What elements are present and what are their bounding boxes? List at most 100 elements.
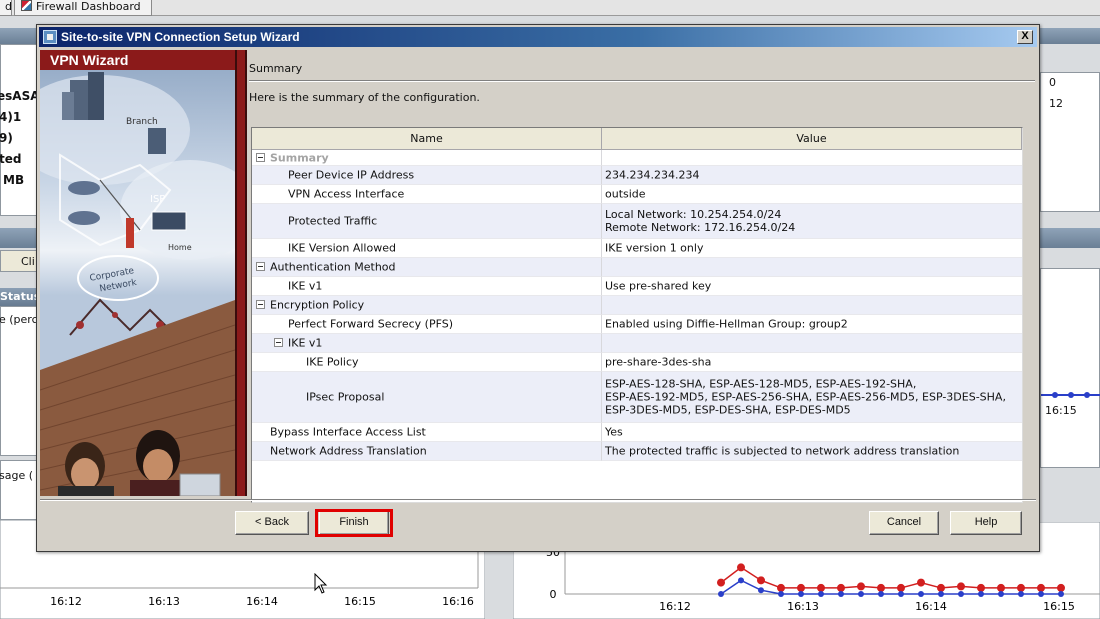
value-cell bbox=[602, 334, 1022, 353]
blue-data-point bbox=[958, 591, 964, 597]
table-row[interactable]: Bypass Interface Access List Yes bbox=[252, 423, 1022, 442]
table-row[interactable]: Encryption Policy bbox=[252, 296, 1022, 315]
finish-highlight-box bbox=[315, 509, 393, 537]
row-value-text: 234.234.234.234 bbox=[605, 168, 700, 182]
value-cell: Yes bbox=[602, 423, 1022, 442]
background-tab-home[interactable]: d bbox=[0, 0, 12, 16]
collapse-toggle-icon[interactable] bbox=[256, 300, 265, 309]
red-data-point bbox=[1037, 583, 1045, 592]
blue-data-point bbox=[938, 591, 944, 597]
column-header-value[interactable]: Value bbox=[602, 128, 1022, 150]
row-name-label: Bypass Interface Access List bbox=[270, 425, 426, 439]
blue-data-point bbox=[818, 591, 824, 597]
asdm-window-icon bbox=[43, 30, 57, 44]
table-row[interactable]: IKE Version Allowed IKE version 1 only bbox=[252, 239, 1022, 258]
x-tick-label: 16:15 bbox=[1043, 600, 1075, 613]
value-cell: pre-share-3des-sha bbox=[602, 353, 1022, 372]
blue-data-point bbox=[978, 591, 984, 597]
intro-text: Here is the summary of the configuration… bbox=[249, 91, 480, 104]
row-name-label: Authentication Method bbox=[270, 260, 396, 274]
blue-data-point bbox=[878, 591, 884, 597]
collapse-toggle-icon[interactable] bbox=[274, 338, 283, 347]
blue-data-point bbox=[738, 577, 744, 584]
panel-separator bbox=[235, 50, 247, 496]
collapse-toggle-icon[interactable] bbox=[256, 152, 265, 162]
row-name-label: Protected Traffic bbox=[288, 214, 378, 228]
collapse-toggle-icon[interactable] bbox=[256, 262, 265, 271]
table-row[interactable]: Peer Device IP Address 234.234.234.234 bbox=[252, 166, 1022, 185]
table-row[interactable]: Perfect Forward Secrecy (PFS) Enabled usi… bbox=[252, 315, 1022, 334]
network-diagram-illustration: Branch ISP Home Corporate Network bbox=[40, 72, 235, 496]
name-cell: VPN Access Interface bbox=[252, 185, 602, 204]
svg-text:Home: Home bbox=[168, 243, 192, 252]
red-data-point bbox=[837, 583, 845, 592]
blue-data-point bbox=[1058, 591, 1064, 597]
value-cell: Use pre-shared key bbox=[602, 277, 1022, 296]
table-row[interactable]: Authentication Method bbox=[252, 258, 1022, 277]
row-name-label: VPN Access Interface bbox=[288, 187, 405, 201]
x-tick-label: 16:16 bbox=[442, 595, 474, 608]
x-tick-label: 16:13 bbox=[787, 600, 819, 613]
blue-data-point bbox=[918, 591, 924, 597]
back-button[interactable]: < Back bbox=[235, 511, 309, 535]
value-cell: outside bbox=[602, 185, 1022, 204]
blue-data-point bbox=[838, 591, 844, 597]
table-row[interactable]: VPN Access Interface outside bbox=[252, 185, 1022, 204]
table-row[interactable]: Protected Traffic Local Network: 10.254.2… bbox=[252, 204, 1022, 239]
row-value-text: IKE version 1 only bbox=[605, 241, 704, 255]
router-icon bbox=[68, 181, 100, 195]
background-tab-bar: d Firewall Dashboard bbox=[0, 0, 1100, 16]
row-name-label: IKE v1 bbox=[288, 279, 323, 293]
firewall-icon bbox=[126, 218, 134, 248]
table-row[interactable]: IPsec Proposal ESP-AES-128-SHA, ESP-AES-1… bbox=[252, 372, 1022, 423]
wizard-content: Summary Here is the summary of the confi… bbox=[249, 50, 1035, 503]
name-cell: Network Address Translation bbox=[252, 442, 602, 461]
help-button[interactable]: Help bbox=[950, 511, 1022, 535]
name-cell: IKE Version Allowed bbox=[252, 239, 602, 258]
row-value-text: ESP-AES-128-SHA, ESP-AES-128-MD5, ESP-AE… bbox=[605, 377, 917, 391]
background-cli-tab[interactable]: Cli bbox=[0, 250, 40, 272]
row-name-label: Network Address Translation bbox=[270, 444, 427, 458]
value-cell: Enabled using Diffie-Hellman Group: grou… bbox=[602, 315, 1022, 334]
red-data-point bbox=[1017, 583, 1025, 592]
table-row[interactable]: IKE v1 Use pre-shared key bbox=[252, 277, 1022, 296]
dialog-title-bar[interactable]: Site-to-site VPN Connection Setup Wizard… bbox=[39, 27, 1037, 47]
value-cell bbox=[602, 258, 1022, 277]
right-panel-series bbox=[1041, 392, 1100, 398]
row-value-text: Local Network: 10.254.254.0/24 bbox=[605, 208, 782, 221]
row-name-label: IPsec Proposal bbox=[306, 390, 385, 404]
name-cell: Summary bbox=[252, 150, 602, 166]
table-row[interactable]: IKE v1 bbox=[252, 334, 1022, 353]
close-button[interactable]: X bbox=[1017, 30, 1033, 44]
background-right-panel: 0 12 bbox=[1040, 72, 1100, 212]
table-row[interactable]: Network Address Translation The protected… bbox=[252, 442, 1022, 461]
row-value-text: Enabled using Diffie-Hellman Group: grou… bbox=[605, 317, 848, 331]
row-value-text: outside bbox=[605, 187, 646, 201]
red-data-point bbox=[817, 583, 825, 592]
column-header-name[interactable]: Name bbox=[252, 128, 602, 150]
dialog-title: Site-to-site VPN Connection Setup Wizard bbox=[61, 30, 300, 44]
blue-data-point bbox=[1018, 591, 1024, 597]
table-row[interactable]: IKE Policy pre-share-3des-sha bbox=[252, 353, 1022, 372]
x-tick-label: 16:13 bbox=[148, 595, 180, 608]
background-header-left bbox=[0, 28, 40, 44]
background-status-header: Status bbox=[0, 288, 36, 306]
background-label: 4)1 bbox=[0, 110, 22, 124]
red-data-point bbox=[897, 583, 905, 592]
dashboard-icon bbox=[21, 0, 32, 11]
red-data-point bbox=[1057, 583, 1065, 592]
background-label: ted bbox=[0, 152, 22, 166]
background-header-left-2 bbox=[0, 228, 40, 248]
red-data-point bbox=[857, 582, 865, 591]
cancel-button[interactable]: Cancel bbox=[869, 511, 939, 535]
name-cell: Perfect Forward Secrecy (PFS) bbox=[252, 315, 602, 334]
divider bbox=[40, 499, 1036, 501]
vpn-wizard-dialog: Site-to-site VPN Connection Setup Wizard… bbox=[36, 24, 1040, 552]
row-value-text: ESP-AES-192-MD5, ESP-AES-256-SHA, ESP-AE… bbox=[605, 390, 1006, 404]
blue-point bbox=[1052, 392, 1058, 398]
background-right-chart-panel: 16:15 bbox=[1040, 268, 1100, 468]
x-tick-label: 16:12 bbox=[50, 595, 82, 608]
name-cell: IPsec Proposal bbox=[252, 372, 602, 423]
table-row[interactable]: Summary bbox=[252, 150, 1022, 166]
background-tab-firewall-dashboard[interactable]: Firewall Dashboard bbox=[14, 0, 152, 16]
